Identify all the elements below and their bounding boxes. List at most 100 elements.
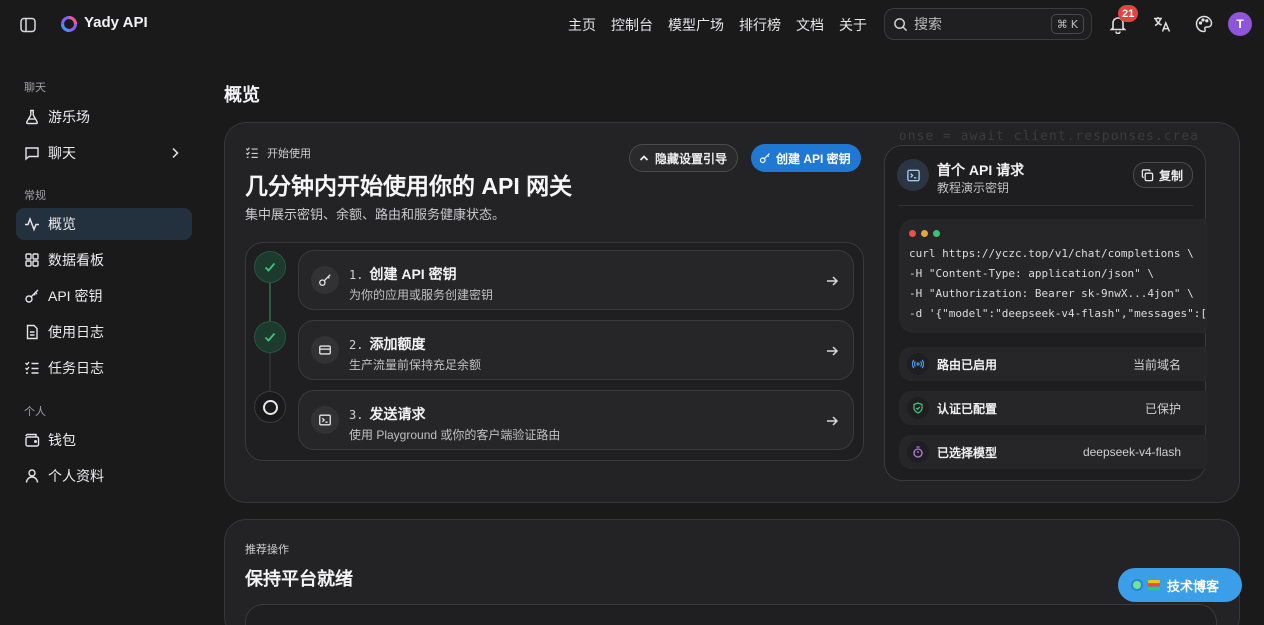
sidebar-group-personal: 个人 [24,406,46,418]
nav-models[interactable]: 模型广场 [668,15,724,35]
search-icon [894,17,908,31]
hide-guide-button[interactable]: 隐藏设置引导 [629,144,739,172]
sidebar-item-playground[interactable]: 游乐场 [16,101,192,133]
step-connector [269,283,271,321]
step-title: 2. 添加额度 [349,336,426,352]
recommended-actions-card: 推荐操作 保持平台就绪 [224,519,1240,625]
sidebar-group-chat: 聊天 [24,82,46,94]
hero-subtitle: 集中展示密钥、余额、路由和服务健康状态。 [245,207,506,222]
sidebar-item-wallet[interactable]: 钱包 [16,424,192,456]
sidebar-item-chat[interactable]: 聊天 [16,137,192,169]
step-description: 生产流量前保持充足余额 [349,358,482,372]
terminal-icon [319,414,331,426]
first-request-panel: 首个 API 请求 教程演示密钥 复制 curl https://yczc.to… [884,145,1207,481]
tech-blog-button[interactable]: 技术博客 [1118,568,1242,602]
step-icon [311,266,339,294]
hero-eyebrow: 开始使用 [245,145,311,161]
status-icon [907,397,929,419]
arrow-right-icon [827,346,839,356]
getting-started-card: onse = await client.responses.crea 开始使用 … [224,122,1240,503]
nav-console[interactable]: 控制台 [611,15,653,35]
notification-badge: 21 [1118,5,1139,22]
books-icon [1148,580,1160,590]
sidebar-item-task-logs[interactable]: 任务日志 [16,352,192,384]
status-icon [907,441,929,463]
terminal-icon [906,169,920,181]
sidebar-toggle-icon[interactable] [19,16,37,34]
status-route: 路由已启用 当前域名 [899,347,1207,381]
code-line: -H "Content-Type: application/json" \ [909,267,1155,280]
wallet-icon [25,433,40,447]
step-description: 为你的应用或服务创建密钥 [349,288,494,302]
request-icon-wrap [897,159,929,191]
code-block[interactable]: curl https://yczc.top/v1/chat/completion… [899,219,1207,333]
status-dot [1133,581,1141,589]
key-icon [759,153,770,164]
user-icon [25,469,39,483]
sidebar-item-overview[interactable]: 概览 [16,208,192,240]
brand-name[interactable]: Yady API [84,14,148,31]
chevron-up-icon [639,155,649,161]
recommend-title: 保持平台就绪 [245,569,353,589]
broadcast-icon [912,359,924,369]
step-send-request[interactable]: 3. 发送请求 使用 Playground 或你的客户端验证路由 [298,390,854,450]
request-subtitle: 教程演示密钥 [937,181,1010,195]
top-bar: Yady API 主页 控制台 模型广场 排行榜 文档 关于 搜索 ⌘ K 21 … [0,0,1264,50]
key-icon [319,274,331,286]
step-pending-marker [254,391,286,423]
divider [899,205,1193,206]
step-complete-marker [254,251,286,283]
hero-title: 几分钟内开始使用你的 API 网关 [245,173,573,199]
sidebar: 聊天 游乐场 聊天 常规 概览 数据看板 API 密钥 使用日志 任务日志 个人… [0,50,208,625]
nav-leaderboard[interactable]: 排行榜 [739,15,781,35]
main-nav: 主页 控制台 模型广场 排行榜 文档 关于 [568,15,867,35]
create-api-key-button[interactable]: 创建 API 密钥 [751,144,861,172]
recommend-list [245,604,1217,625]
status-auth: 认证已配置 已保护 [899,391,1207,425]
key-icon [25,289,39,303]
copy-button[interactable]: 复制 [1132,162,1193,188]
request-title: 首个 API 请求 [937,162,1025,178]
code-line: -d '{"model":"deepseek-v4-flash","messag… [909,307,1207,320]
arrow-right-icon [827,416,839,426]
recommend-eyebrow: 推荐操作 [245,544,289,556]
sidebar-item-usage-logs[interactable]: 使用日志 [16,316,192,348]
step-add-credit[interactable]: 2. 添加额度 生产流量前保持充足余额 [298,320,854,380]
step-icon [311,406,339,434]
search-shortcut: ⌘ K [1050,14,1084,34]
sidebar-group-general: 常规 [24,190,46,202]
step-connector [269,353,271,391]
code-line: curl https://yczc.top/v1/chat/completion… [909,247,1194,260]
page-title: 概览 [224,85,260,105]
background-code-text: onse = await client.responses.crea [898,129,1199,144]
palette-icon[interactable] [1194,14,1214,34]
sidebar-item-dashboard[interactable]: 数据看板 [16,244,192,276]
window-dots [909,230,940,237]
nav-about[interactable]: 关于 [839,15,867,35]
search-placeholder: 搜索 [914,16,942,32]
grid-icon [25,253,39,267]
code-line: -H "Authorization: Bearer sk-9nwX...4jon… [909,287,1194,300]
nav-docs[interactable]: 文档 [796,15,824,35]
card-icon [319,345,331,355]
search-input[interactable]: 搜索 ⌘ K [884,8,1092,40]
chevron-right-icon [172,147,179,159]
document-icon [26,324,38,340]
nav-home[interactable]: 主页 [568,15,596,35]
arrow-right-icon [827,276,839,286]
copy-icon [1141,168,1154,181]
setup-steps: 1. 创建 API 密钥 为你的应用或服务创建密钥 2. 添加额度 生产流量前保持充… [245,242,864,461]
check-icon [264,262,276,272]
avatar[interactable]: T [1228,12,1252,36]
circle-icon [262,399,278,415]
sidebar-item-profile[interactable]: 个人资料 [16,460,192,492]
checklist-icon [245,147,258,158]
sidebar-item-api-keys[interactable]: API 密钥 [16,280,192,312]
step-create-key[interactable]: 1. 创建 API 密钥 为你的应用或服务创建密钥 [298,250,854,310]
chat-icon [25,147,39,161]
translate-icon[interactable] [1152,14,1172,34]
logo-icon [61,16,77,32]
flask-icon [25,109,39,125]
pulse-icon [25,216,39,232]
timer-icon [913,446,923,458]
